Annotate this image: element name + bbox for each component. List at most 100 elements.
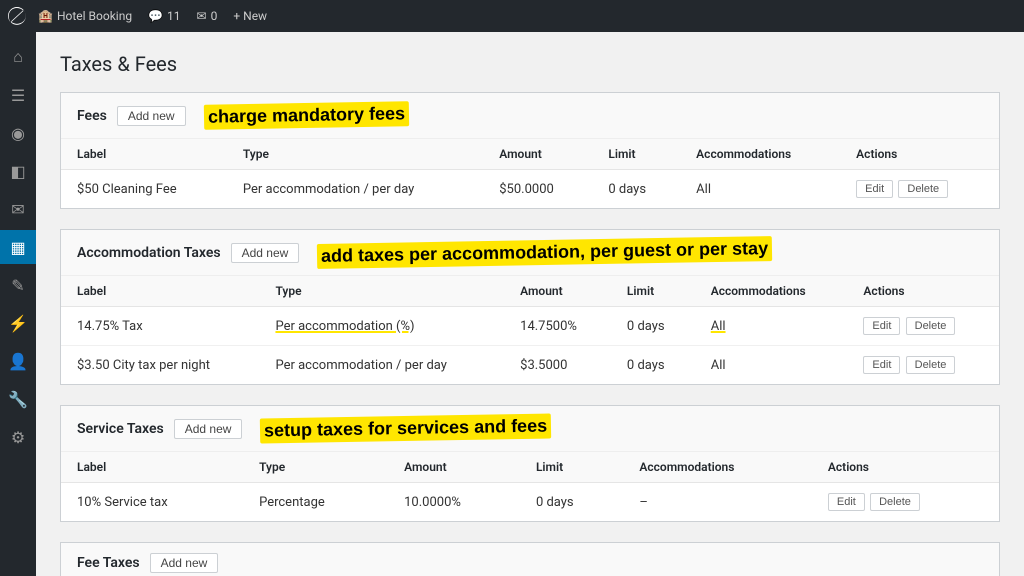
service-taxes-add-new-button[interactable]: Add new bbox=[174, 419, 243, 439]
sidebar-item-media[interactable]: ◉ bbox=[0, 116, 36, 150]
sidebar-item-dashboard[interactable]: ⌂ bbox=[0, 40, 36, 74]
accom-col-limit: Limit bbox=[611, 276, 695, 307]
admin-bar-new[interactable]: + New bbox=[233, 9, 267, 23]
service-taxes-header-row: Label Type Amount Limit Accommodations A… bbox=[61, 452, 999, 483]
fee-taxes-header: Fee Taxes Add new bbox=[61, 543, 999, 576]
accom-tax-type-2: Per accommodation / per day bbox=[259, 346, 504, 385]
wordpress-logo-icon bbox=[8, 7, 26, 25]
accommodation-taxes-body: 14.75% Tax Per accommodation (%) 14.7500… bbox=[61, 307, 999, 385]
accommodation-taxes-add-new-button[interactable]: Add new bbox=[231, 243, 300, 263]
accom-tax-delete-button-2[interactable]: Delete bbox=[906, 356, 956, 374]
accom-col-type: Type bbox=[259, 276, 504, 307]
sidebar-item-hotel[interactable]: ▦ bbox=[0, 230, 36, 264]
admin-bar-items: 🏨 Hotel Booking 💬 11 ✉ 0 + New bbox=[38, 9, 267, 23]
svc-tax-accommodations: – bbox=[623, 483, 811, 522]
fee-actions: Edit Delete bbox=[840, 170, 999, 209]
fees-section-title: Fees bbox=[77, 108, 107, 124]
svc-tax-limit: 0 days bbox=[520, 483, 623, 522]
main-content: Taxes & Fees Fees Add new charge mandato… bbox=[36, 32, 1024, 576]
svc-tax-label: 10% Service tax bbox=[61, 483, 243, 522]
fee-limit: 0 days bbox=[592, 170, 680, 209]
admin-bar-comments[interactable]: 💬 11 bbox=[148, 9, 180, 23]
service-taxes-title: Service Taxes bbox=[77, 421, 164, 437]
table-row: 10% Service tax Percentage 10.0000% 0 da… bbox=[61, 483, 999, 522]
service-taxes-annotation: setup taxes for services and fees bbox=[260, 413, 552, 443]
fees-section-header: Fees Add new charge mandatory fees bbox=[61, 93, 999, 139]
accom-tax-amount-2: $3.5000 bbox=[504, 346, 611, 385]
messages-count: 0 bbox=[211, 9, 218, 23]
fee-taxes-add-new-button[interactable]: Add new bbox=[150, 553, 219, 573]
service-taxes-header: Service Taxes Add new setup taxes for se… bbox=[61, 406, 999, 452]
sidebar-item-users[interactable]: 👤 bbox=[0, 344, 36, 378]
admin-bar-messages[interactable]: ✉ 0 bbox=[197, 9, 218, 23]
service-taxes-table: Label Type Amount Limit Accommodations A… bbox=[61, 452, 999, 521]
service-taxes-body: 10% Service tax Percentage 10.0000% 0 da… bbox=[61, 483, 999, 522]
accom-tax-accommodations: All bbox=[695, 307, 848, 346]
fees-section: Fees Add new charge mandatory fees Label… bbox=[60, 92, 1000, 209]
accom-tax-limit: 0 days bbox=[611, 307, 695, 346]
accommodation-taxes-table: Label Type Amount Limit Accommodations A… bbox=[61, 276, 999, 384]
fees-add-new-button[interactable]: Add new bbox=[117, 106, 186, 126]
accom-tax-label-2: $3.50 City tax per night bbox=[61, 346, 259, 385]
fees-col-amount: Amount bbox=[483, 139, 592, 170]
fees-col-type: Type bbox=[227, 139, 483, 170]
comments-count: 11 bbox=[167, 9, 181, 23]
accom-tax-accommodations-2: All bbox=[695, 346, 848, 385]
accom-tax-actions-2: Edit Delete bbox=[847, 346, 999, 385]
svc-col-actions: Actions bbox=[812, 452, 999, 483]
sidebar-item-appearance[interactable]: ✎ bbox=[0, 268, 36, 302]
fees-table-header-row: Label Type Amount Limit Accommodations A… bbox=[61, 139, 999, 170]
sidebar-item-posts[interactable]: ☰ bbox=[0, 78, 36, 112]
fee-taxes-section: Fee Taxes Add new No taxes have been cre… bbox=[60, 542, 1000, 576]
svc-tax-edit-button[interactable]: Edit bbox=[828, 493, 865, 511]
sidebar-item-tools[interactable]: 🔧 bbox=[0, 382, 36, 416]
sidebar-item-plugins[interactable]: ⚡ bbox=[0, 306, 36, 340]
accommodation-taxes-section: Accommodation Taxes Add new add taxes pe… bbox=[60, 229, 1000, 385]
fee-delete-button[interactable]: Delete bbox=[898, 180, 948, 198]
accom-col-actions: Actions bbox=[847, 276, 999, 307]
accom-col-amount: Amount bbox=[504, 276, 611, 307]
accommodation-taxes-title: Accommodation Taxes bbox=[77, 245, 221, 261]
accom-col-label: Label bbox=[61, 276, 259, 307]
svc-tax-actions: Edit Delete bbox=[812, 483, 999, 522]
svc-col-label: Label bbox=[61, 452, 243, 483]
accom-tax-delete-button-1[interactable]: Delete bbox=[906, 317, 956, 335]
fees-col-actions: Actions bbox=[840, 139, 999, 170]
accom-tax-label: 14.75% Tax bbox=[61, 307, 259, 346]
admin-bar: 🏨 Hotel Booking 💬 11 ✉ 0 + New bbox=[0, 0, 1024, 32]
svc-tax-amount: 10.0000% bbox=[388, 483, 520, 522]
accommodation-taxes-annotation: add taxes per accommodation, per guest o… bbox=[317, 236, 773, 269]
accommodation-taxes-header: Accommodation Taxes Add new add taxes pe… bbox=[61, 230, 999, 276]
fees-table: Label Type Amount Limit Accommodations A… bbox=[61, 139, 999, 208]
table-row: 14.75% Tax Per accommodation (%) 14.7500… bbox=[61, 307, 999, 346]
fees-col-limit: Limit bbox=[592, 139, 680, 170]
accom-tax-type: Per accommodation (%) bbox=[259, 307, 504, 346]
fee-amount: $50.0000 bbox=[483, 170, 592, 209]
svc-col-amount: Amount bbox=[388, 452, 520, 483]
accom-tax-actions: Edit Delete bbox=[847, 307, 999, 346]
svc-tax-type: Percentage bbox=[243, 483, 388, 522]
table-row: $3.50 City tax per night Per accommodati… bbox=[61, 346, 999, 385]
accom-tax-edit-button-2[interactable]: Edit bbox=[863, 356, 900, 374]
svc-col-accommodations: Accommodations bbox=[623, 452, 811, 483]
fee-label: $50 Cleaning Fee bbox=[61, 170, 227, 209]
svc-col-limit: Limit bbox=[520, 452, 623, 483]
accommodation-taxes-header-row: Label Type Amount Limit Accommodations A… bbox=[61, 276, 999, 307]
accom-tax-amount: 14.7500% bbox=[504, 307, 611, 346]
sidebar: ⌂ ☰ ◉ ◧ ✉ ▦ ✎ ⚡ 👤 🔧 ⚙ bbox=[0, 32, 36, 576]
fees-table-body: $50 Cleaning Fee Per accommodation / per… bbox=[61, 170, 999, 209]
fee-accommodations: All bbox=[680, 170, 840, 209]
sidebar-item-comments[interactable]: ✉ bbox=[0, 192, 36, 226]
fee-taxes-title: Fee Taxes bbox=[77, 555, 140, 571]
sidebar-item-settings[interactable]: ⚙ bbox=[0, 420, 36, 454]
accom-tax-edit-button-1[interactable]: Edit bbox=[863, 317, 900, 335]
svc-col-type: Type bbox=[243, 452, 388, 483]
site-name: Hotel Booking bbox=[57, 9, 132, 23]
admin-bar-site[interactable]: 🏨 Hotel Booking bbox=[38, 9, 132, 23]
page-title: Taxes & Fees bbox=[60, 52, 1000, 76]
fees-col-accommodations: Accommodations bbox=[680, 139, 840, 170]
fee-type: Per accommodation / per day bbox=[227, 170, 483, 209]
sidebar-item-pages[interactable]: ◧ bbox=[0, 154, 36, 188]
svc-tax-delete-button[interactable]: Delete bbox=[870, 493, 920, 511]
fee-edit-button[interactable]: Edit bbox=[856, 180, 893, 198]
